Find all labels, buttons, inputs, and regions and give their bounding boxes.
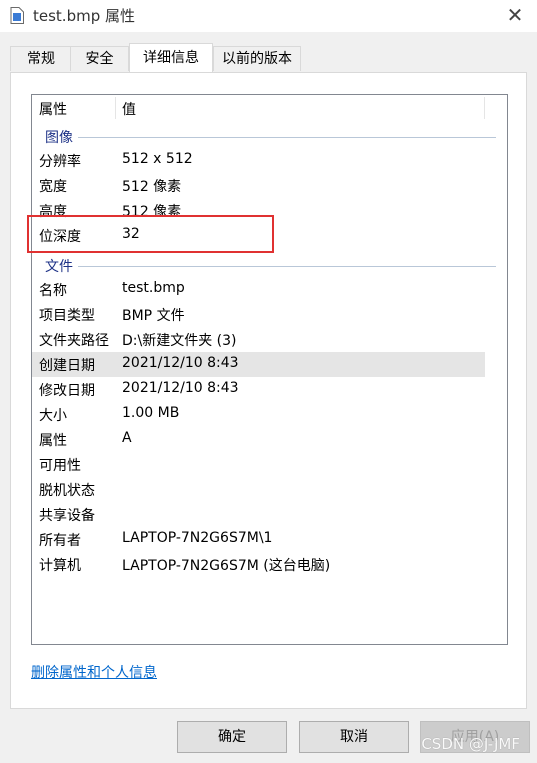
group-label: 文件 — [45, 259, 73, 275]
list-row[interactable]: 计算机 LAPTOP-7N2G6S7M (这台电脑) — [32, 552, 485, 577]
cancel-button[interactable]: 取消 — [299, 721, 409, 753]
list-row[interactable]: 项目类型 BMP 文件 — [32, 302, 485, 327]
list-row[interactable]: 名称 test.bmp — [32, 277, 485, 302]
details-panel: 属性 值 图像 分辨率 512 x 512 宽度 512 像素 高度 512 像… — [10, 72, 527, 709]
property-name: 项目类型 — [39, 308, 95, 324]
file-icon — [10, 7, 24, 24]
column-header-property[interactable]: 属性 — [39, 99, 67, 119]
property-name: 大小 — [39, 408, 67, 424]
property-value: 512 x 512 — [122, 151, 193, 167]
property-list[interactable]: 属性 值 图像 分辨率 512 x 512 宽度 512 像素 高度 512 像… — [31, 94, 508, 645]
list-row[interactable]: 脱机状态 — [32, 477, 485, 502]
property-name: 文件夹路径 — [39, 333, 109, 349]
property-value: LAPTOP-7N2G6S7M (这台电脑) — [122, 558, 331, 574]
list-header: 属性 值 — [32, 95, 507, 121]
property-name: 修改日期 — [39, 383, 95, 399]
annotation-highlight-box — [27, 215, 274, 253]
group-divider — [78, 137, 496, 138]
property-value: LAPTOP-7N2G6S7M\1 — [122, 530, 273, 546]
list-row[interactable]: 属性 A — [32, 427, 485, 452]
property-value: 1.00 MB — [122, 405, 180, 421]
list-row-selected[interactable]: 创建日期 2021/12/10 8:43 — [32, 352, 485, 377]
property-name: 属性 — [39, 433, 67, 449]
list-row[interactable]: 文件夹路径 D:\新建文件夹 (3) — [32, 327, 485, 352]
group-header-file[interactable]: 文件 — [32, 256, 507, 276]
list-row[interactable]: 共享设备 — [32, 502, 485, 527]
list-row[interactable]: 所有者 LAPTOP-7N2G6S7M\1 — [32, 527, 485, 552]
watermark-text: CSDN @J-JMF — [421, 735, 520, 753]
column-divider[interactable] — [115, 97, 116, 119]
title-bar: test.bmp 属性 ✕ — [0, 0, 537, 32]
property-name: 计算机 — [39, 558, 81, 574]
tab-general[interactable]: 常规 — [10, 46, 72, 71]
property-name: 共享设备 — [39, 508, 95, 524]
window-title: test.bmp 属性 — [33, 7, 135, 25]
property-value: BMP 文件 — [122, 308, 185, 324]
property-name: 宽度 — [39, 179, 67, 195]
property-name: 所有者 — [39, 533, 81, 549]
group-label: 图像 — [45, 130, 73, 146]
close-button[interactable]: ✕ — [501, 2, 529, 28]
property-value: test.bmp — [122, 280, 185, 296]
property-name: 创建日期 — [39, 358, 95, 374]
property-value: 512 像素 — [122, 179, 182, 195]
list-row[interactable]: 宽度 512 像素 — [32, 173, 485, 198]
list-row[interactable]: 可用性 — [32, 452, 485, 477]
property-name: 脱机状态 — [39, 483, 95, 499]
column-divider[interactable] — [484, 97, 485, 119]
property-name: 分辨率 — [39, 154, 81, 170]
tab-security[interactable]: 安全 — [70, 46, 129, 71]
close-icon: ✕ — [506, 3, 524, 27]
remove-properties-link[interactable]: 删除属性和个人信息 — [31, 662, 157, 682]
group-divider — [78, 266, 496, 267]
list-row[interactable]: 修改日期 2021/12/10 8:43 — [32, 377, 485, 402]
tab-details[interactable]: 详细信息 — [129, 43, 213, 72]
list-row[interactable]: 分辨率 512 x 512 — [32, 148, 485, 173]
list-row[interactable]: 大小 1.00 MB — [32, 402, 485, 427]
property-value: D:\新建文件夹 (3) — [122, 333, 237, 349]
property-name: 可用性 — [39, 458, 81, 474]
property-value: 2021/12/10 8:43 — [122, 380, 239, 396]
column-header-value[interactable]: 值 — [122, 99, 136, 119]
property-value: 2021/12/10 8:43 — [122, 355, 239, 371]
property-name: 名称 — [39, 283, 67, 299]
property-value: A — [122, 430, 132, 446]
tab-previous-versions[interactable]: 以前的版本 — [213, 46, 301, 71]
ok-button[interactable]: 确定 — [177, 721, 287, 753]
group-header-image[interactable]: 图像 — [32, 127, 507, 147]
